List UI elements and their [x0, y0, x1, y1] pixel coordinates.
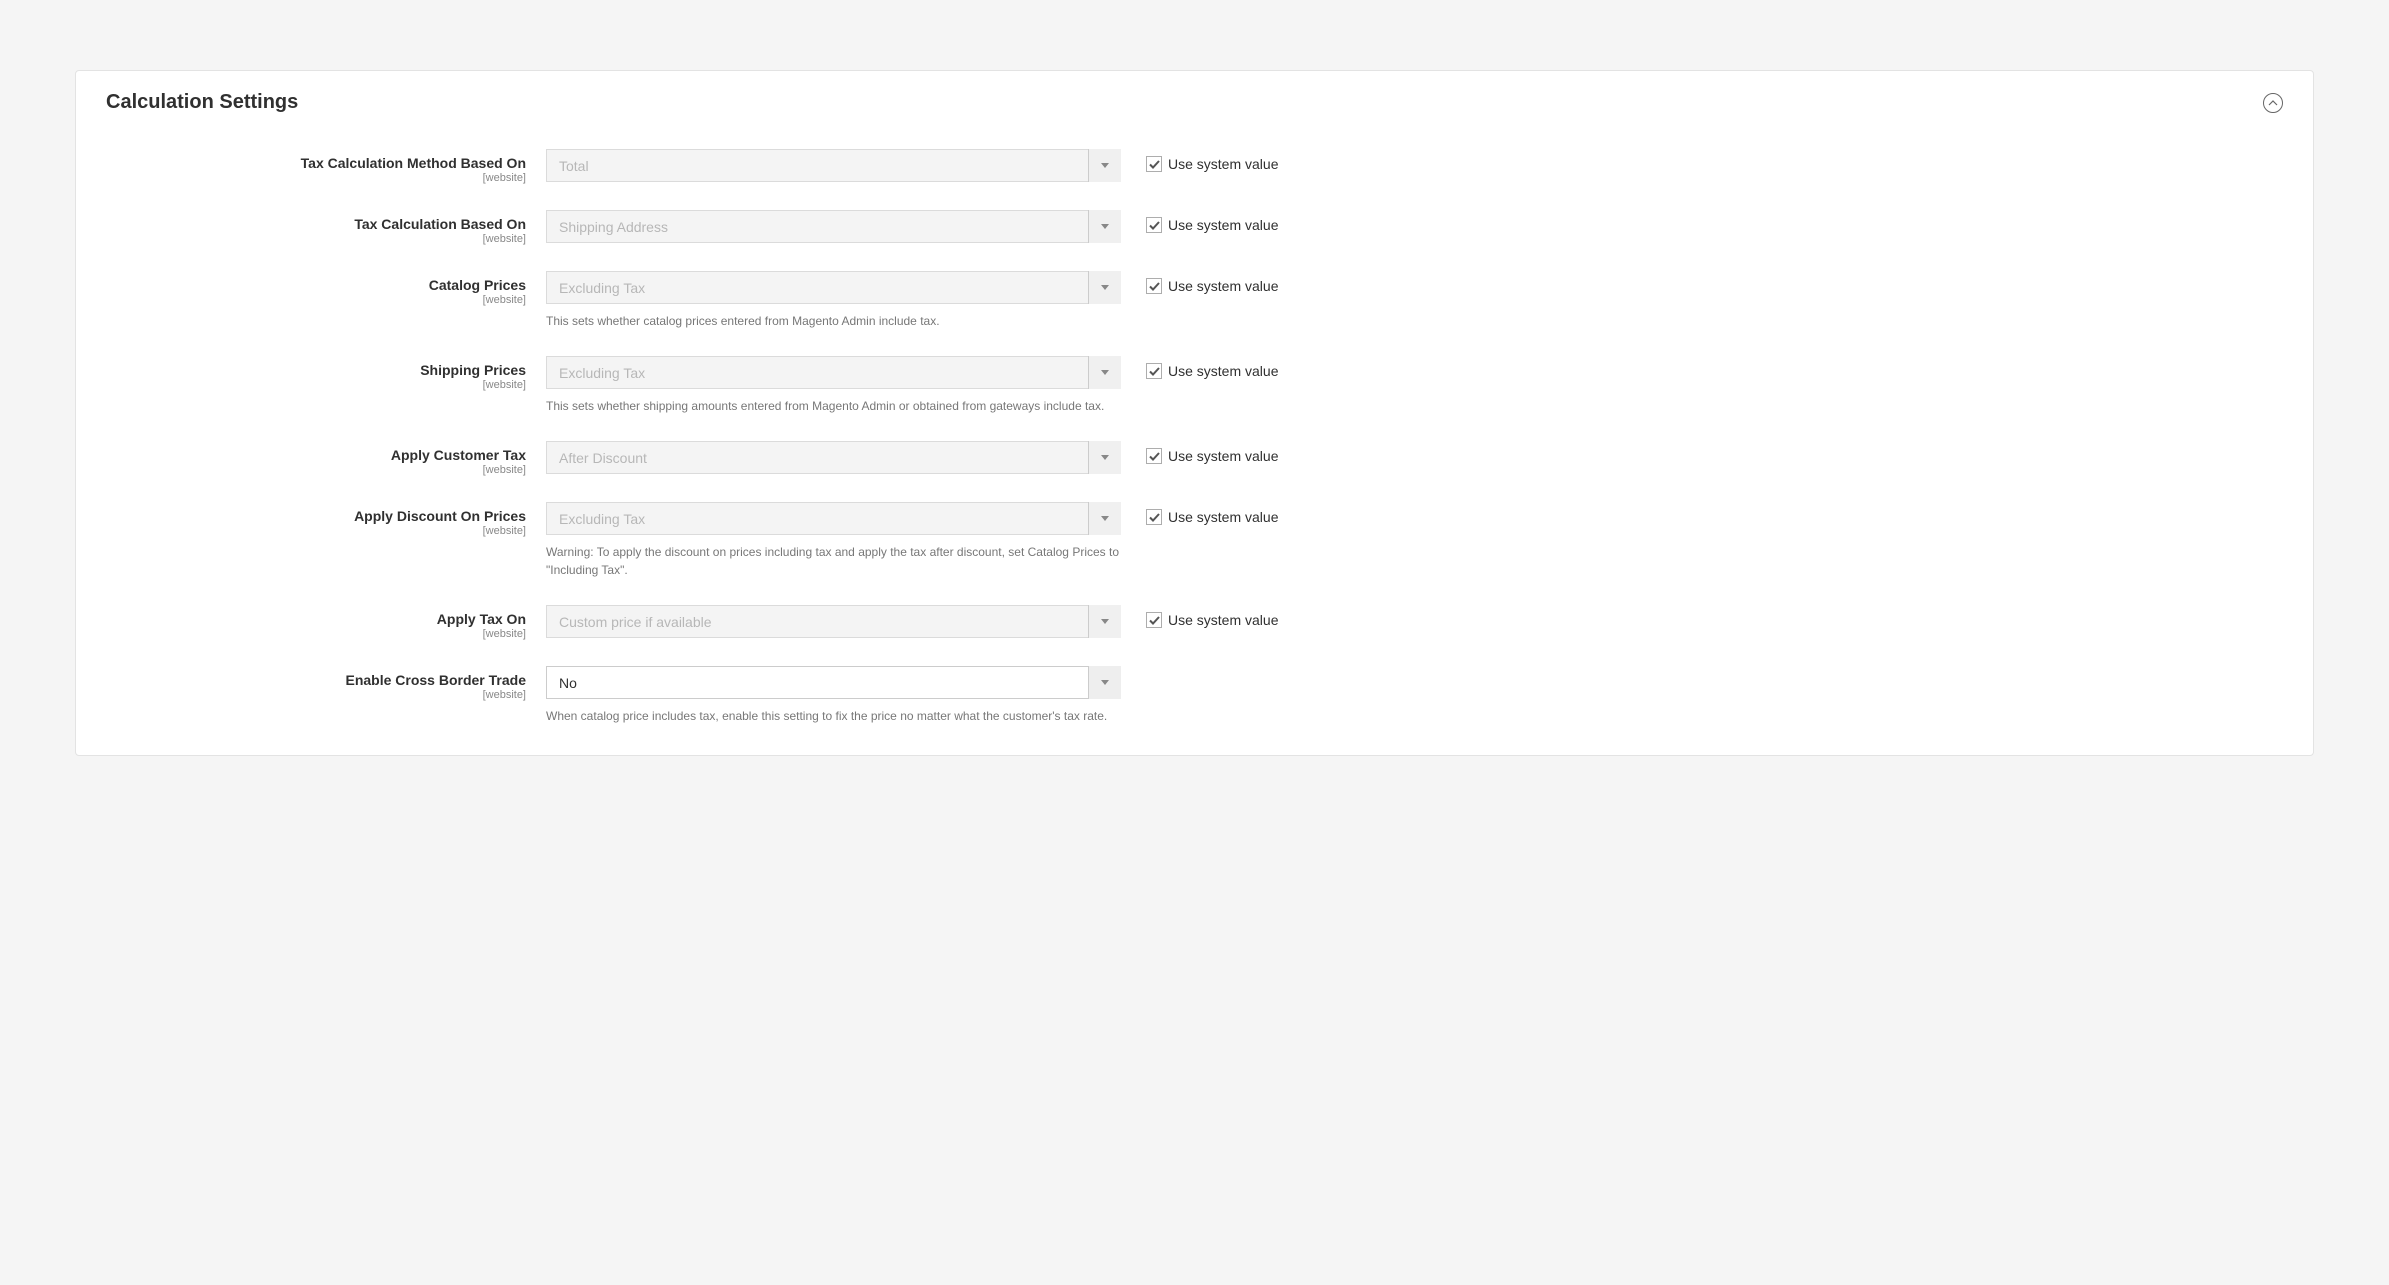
- panel-header: Calculation Settings: [106, 91, 2283, 114]
- field-label: Apply Discount On Prices: [106, 508, 526, 524]
- field-control-col: Excluding Tax This sets whether catalog p…: [546, 271, 1121, 330]
- field-row: Tax Calculation Based On[website]Shippin…: [106, 210, 2283, 245]
- collapse-toggle-icon[interactable]: [2263, 93, 2283, 113]
- select-wrapper: Shipping Address: [546, 210, 1121, 243]
- use-system-value-col: Use system value: [1121, 441, 1278, 464]
- field-label: Shipping Prices: [106, 362, 526, 378]
- field-label-col: Apply Discount On Prices[website]: [106, 502, 546, 537]
- field-scope: [website]: [106, 379, 526, 391]
- field-label: Catalog Prices: [106, 277, 526, 293]
- field-scope: [website]: [106, 294, 526, 306]
- use-system-value-checkbox[interactable]: [1146, 363, 1162, 379]
- field-row: Tax Calculation Method Based On[website]…: [106, 149, 2283, 184]
- field-control-col: No When catalog price includes tax, enabl…: [546, 666, 1121, 725]
- use-system-value-col: Use system value: [1121, 605, 1278, 628]
- field-note: This sets whether shipping amounts enter…: [546, 397, 1121, 415]
- use-system-value-col: Use system value: [1121, 210, 1278, 233]
- use-system-value-label[interactable]: Use system value: [1168, 363, 1278, 379]
- use-system-value-col: Use system value: [1121, 502, 1278, 525]
- field-label-col: Tax Calculation Method Based On[website]: [106, 149, 546, 184]
- use-system-value-label[interactable]: Use system value: [1168, 612, 1278, 628]
- use-system-value-checkbox[interactable]: [1146, 278, 1162, 294]
- use-system-value-label[interactable]: Use system value: [1168, 278, 1278, 294]
- field-label: Enable Cross Border Trade: [106, 672, 526, 688]
- use-system-value-checkbox[interactable]: [1146, 156, 1162, 172]
- select-wrapper: Excluding Tax: [546, 356, 1121, 389]
- field-row: Shipping Prices[website]Excluding TaxThi…: [106, 356, 2283, 415]
- field-label-col: Apply Tax On[website]: [106, 605, 546, 640]
- use-system-value-label[interactable]: Use system value: [1168, 509, 1278, 525]
- field-select: Shipping Address: [546, 210, 1121, 243]
- field-note: This sets whether catalog prices entered…: [546, 312, 1121, 330]
- field-select: After Discount: [546, 441, 1121, 474]
- select-wrapper: No: [546, 666, 1121, 699]
- field-control-col: Excluding Tax This sets whether shipping …: [546, 356, 1121, 415]
- field-select: Total: [546, 149, 1121, 182]
- field-label-col: Apply Customer Tax[website]: [106, 441, 546, 476]
- field-select[interactable]: No: [546, 666, 1121, 699]
- use-system-value-col: Use system value: [1121, 356, 1278, 379]
- field-note: When catalog price includes tax, enable …: [546, 707, 1121, 725]
- field-scope: [website]: [106, 172, 526, 184]
- field-scope: [website]: [106, 689, 526, 701]
- select-wrapper: After Discount: [546, 441, 1121, 474]
- field-control-col: Shipping Address: [546, 210, 1121, 243]
- field-select: Custom price if available: [546, 605, 1121, 638]
- use-system-value-checkbox[interactable]: [1146, 217, 1162, 233]
- panel-title: Calculation Settings: [106, 91, 298, 114]
- field-scope: [website]: [106, 525, 526, 537]
- use-system-value-col: Use system value: [1121, 149, 1278, 172]
- field-select: Excluding Tax: [546, 356, 1121, 389]
- field-scope: [website]: [106, 628, 526, 640]
- field-row: Apply Discount On Prices[website]Excludi…: [106, 502, 2283, 579]
- field-scope: [website]: [106, 233, 526, 245]
- field-label-col: Catalog Prices[website]: [106, 271, 546, 306]
- use-system-value-label[interactable]: Use system value: [1168, 156, 1278, 172]
- field-select: Excluding Tax: [546, 502, 1121, 535]
- field-label: Apply Tax On: [106, 611, 526, 627]
- field-control-col: Custom price if available: [546, 605, 1121, 638]
- field-label: Apply Customer Tax: [106, 447, 526, 463]
- field-label-col: Tax Calculation Based On[website]: [106, 210, 546, 245]
- field-select: Excluding Tax: [546, 271, 1121, 304]
- field-label: Tax Calculation Based On: [106, 216, 526, 232]
- calculation-settings-panel: Calculation Settings Tax Calculation Met…: [75, 70, 2314, 756]
- use-system-value-checkbox[interactable]: [1146, 448, 1162, 464]
- select-wrapper: Excluding Tax: [546, 271, 1121, 304]
- select-wrapper: Excluding Tax: [546, 502, 1121, 535]
- field-control-col: Total: [546, 149, 1121, 182]
- field-note: Warning: To apply the discount on prices…: [546, 543, 1121, 579]
- field-scope: [website]: [106, 464, 526, 476]
- field-control-col: Excluding Tax Warning: To apply the disco…: [546, 502, 1121, 579]
- select-wrapper: Total: [546, 149, 1121, 182]
- use-system-value-checkbox[interactable]: [1146, 612, 1162, 628]
- use-system-value-label[interactable]: Use system value: [1168, 448, 1278, 464]
- select-wrapper: Custom price if available: [546, 605, 1121, 638]
- field-label-col: Shipping Prices[website]: [106, 356, 546, 391]
- use-system-value-label[interactable]: Use system value: [1168, 217, 1278, 233]
- field-control-col: After Discount: [546, 441, 1121, 474]
- use-system-value-col: Use system value: [1121, 271, 1278, 294]
- field-label: Tax Calculation Method Based On: [106, 155, 526, 171]
- field-label-col: Enable Cross Border Trade[website]: [106, 666, 546, 701]
- use-system-value-checkbox[interactable]: [1146, 509, 1162, 525]
- field-row: Catalog Prices[website]Excluding TaxThis…: [106, 271, 2283, 330]
- field-row: Apply Tax On[website]Custom price if ava…: [106, 605, 2283, 640]
- field-row: Enable Cross Border Trade[website]NoWhen…: [106, 666, 2283, 725]
- fields-container: Tax Calculation Method Based On[website]…: [106, 149, 2283, 725]
- field-row: Apply Customer Tax[website]After Discoun…: [106, 441, 2283, 476]
